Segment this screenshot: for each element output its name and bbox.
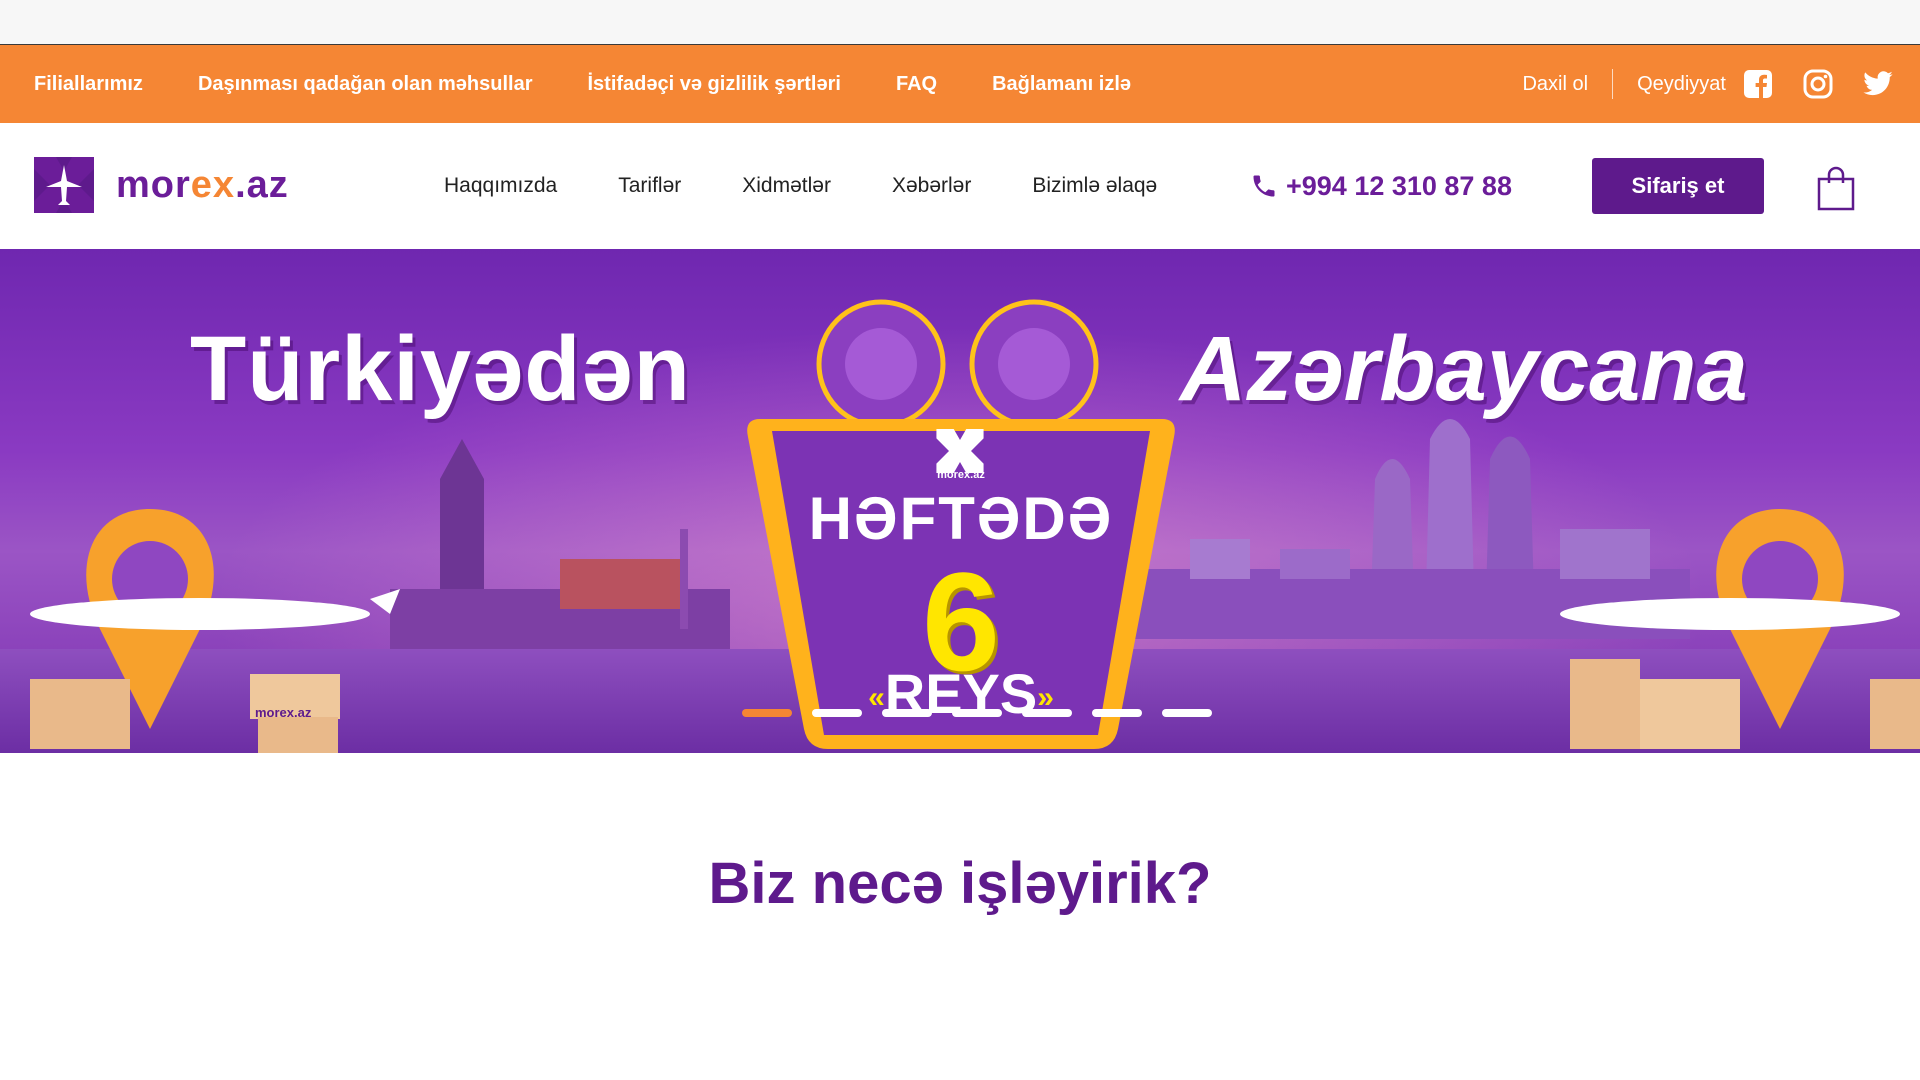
- auth-area: Daxil ol Qeydiyyat: [1522, 45, 1894, 123]
- phone-number: +994 12 310 87 88: [1286, 170, 1512, 201]
- logo-wordmark: morex.az: [116, 164, 289, 207]
- menu-contact[interactable]: Bizimlə əlaqə: [1032, 174, 1157, 198]
- slider-dot[interactable]: [812, 709, 862, 717]
- hero-banner[interactable]: Türkiyədən Azərbaycana morex.az morex.az: [0, 249, 1920, 753]
- box-label-morex: morex.az: [255, 705, 312, 720]
- slider-dot[interactable]: [742, 709, 792, 717]
- top-info-bar: Filiallarımız Daşınması qadağan olan məh…: [0, 45, 1920, 123]
- menu-tariffs[interactable]: Tariflər: [618, 174, 681, 198]
- slider-dot[interactable]: [1022, 709, 1072, 717]
- banner-title-right: Azərbaycana: [1180, 318, 1748, 420]
- facebook-icon[interactable]: [1742, 68, 1774, 100]
- instagram-icon[interactable]: [1802, 68, 1834, 100]
- how-we-work-title: Biz necə işləyirik?: [708, 851, 1212, 916]
- link-track-parcel[interactable]: Bağlamanı izlə: [992, 73, 1131, 96]
- right-plane-and-boxes-illustration: [1560, 509, 1920, 749]
- site-logo[interactable]: morex.az: [34, 157, 289, 213]
- link-branches[interactable]: Filiallarımız: [34, 73, 143, 96]
- login-link[interactable]: Daxil ol: [1522, 73, 1588, 96]
- top-links: Filiallarımız Daşınması qadağan olan məh…: [34, 45, 1186, 123]
- order-button[interactable]: Sifariş et: [1592, 158, 1764, 214]
- menu-about[interactable]: Haqqımızda: [444, 174, 557, 198]
- social-links: [1742, 68, 1894, 100]
- banner-title-left: Türkiyədən: [190, 318, 691, 420]
- logo-part-ex: ex: [190, 163, 236, 206]
- slider-dots: [742, 709, 1232, 717]
- morex-logo-icon: [34, 157, 94, 213]
- link-terms-privacy[interactable]: İstifadəçi və gizlilik şərtləri: [588, 73, 841, 96]
- menu-news[interactable]: Xəbərlər: [892, 174, 971, 198]
- phone-contact[interactable]: +994 12 310 87 88: [1250, 123, 1512, 249]
- main-menu: Haqqımızda Tariflər Xidmətlər Xəbərlər B…: [444, 123, 1218, 249]
- sign-morex-logo-icon: [936, 429, 984, 473]
- sign-logo-text: morex.az: [937, 469, 985, 481]
- menu-services[interactable]: Xidmətlər: [742, 174, 831, 198]
- phone-icon: [1253, 175, 1275, 197]
- logo-part-mor: mor: [116, 163, 191, 206]
- main-navbar: morex.az Haqqımızda Tariflər Xidmətlər X…: [0, 123, 1920, 249]
- register-link[interactable]: Qeydiyyat: [1637, 73, 1726, 96]
- slider-dot[interactable]: [952, 709, 1002, 717]
- banner-center-sign: morex.az HƏFTƏDƏ 6 «REYS»: [738, 279, 1184, 753]
- slider-dot[interactable]: [882, 709, 932, 717]
- twitter-icon[interactable]: [1862, 68, 1894, 100]
- slider-dot[interactable]: [1162, 709, 1212, 717]
- link-faq[interactable]: FAQ: [896, 73, 937, 96]
- shopping-bag-icon[interactable]: [1816, 165, 1856, 211]
- maiden-tower-illustration: [390, 439, 730, 649]
- browser-top-strip: [0, 0, 1920, 45]
- slider-dot[interactable]: [1092, 709, 1142, 717]
- auth-divider: [1612, 69, 1614, 99]
- left-plane-and-boxes-illustration: [30, 509, 400, 753]
- logo-part-az: .az: [235, 163, 289, 206]
- link-prohibited-products[interactable]: Daşınması qadağan olan məhsullar: [198, 73, 533, 96]
